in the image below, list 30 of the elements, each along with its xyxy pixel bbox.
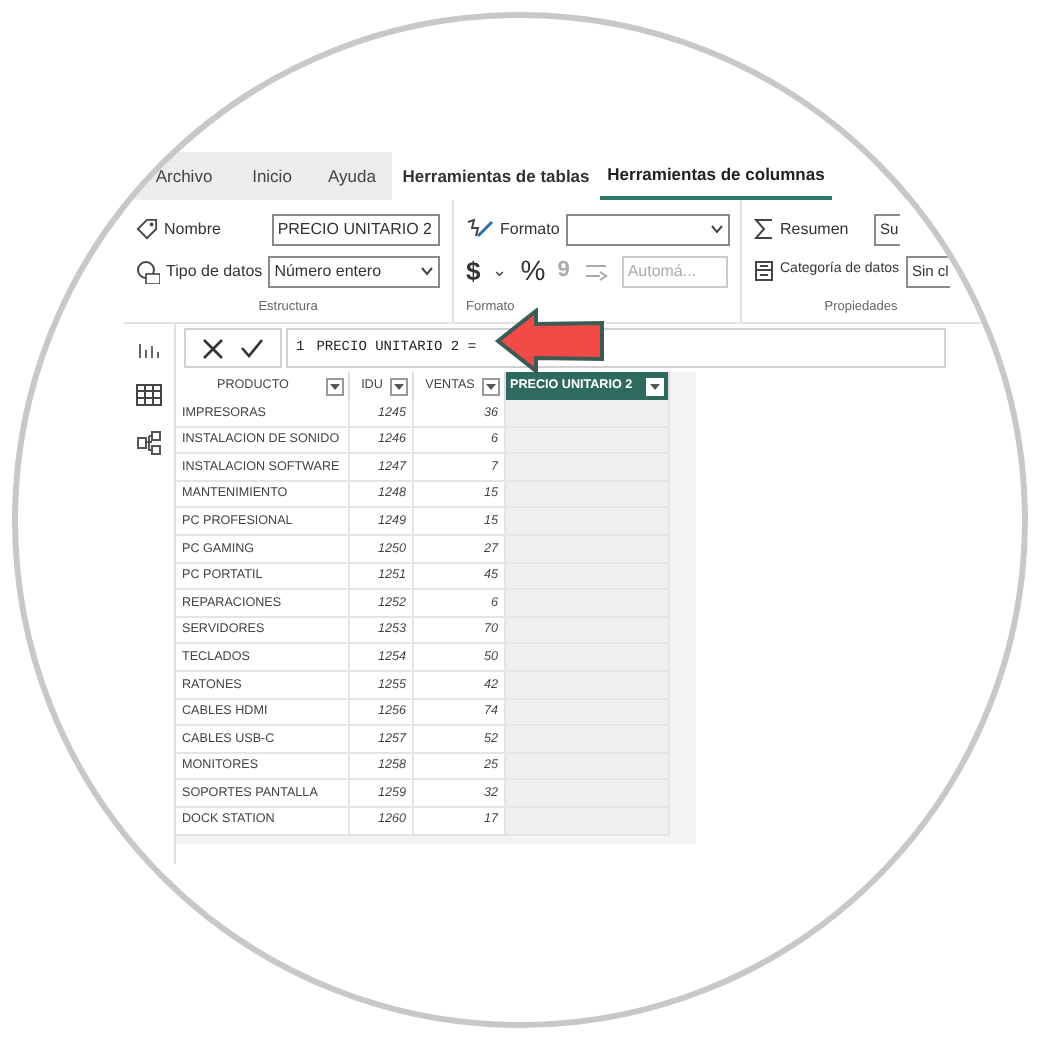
ribbon-tab[interactable]: Ayuda <box>312 152 392 200</box>
filter-dropdown-icon[interactable] <box>482 377 500 395</box>
decimal-icon <box>581 259 610 283</box>
category-icon <box>754 260 774 282</box>
format-icon <box>466 218 494 240</box>
currency-button[interactable]: $ <box>466 251 481 291</box>
chevron-down-icon <box>420 266 435 276</box>
arrow-icon <box>494 308 606 374</box>
filter-dropdown-icon[interactable] <box>326 377 344 395</box>
data-type-icon <box>136 259 160 283</box>
checkmark-icon[interactable] <box>240 338 264 358</box>
model-icon[interactable] <box>136 430 162 456</box>
data-type-dropdown[interactable]: Número entero <box>268 255 441 287</box>
percent-button[interactable]: % <box>520 250 546 292</box>
currency-dropdown[interactable]: ⌄ <box>492 257 509 285</box>
format-dropdown[interactable] <box>565 213 730 245</box>
field-label: Tipo de datos <box>166 259 263 283</box>
close-icon[interactable] <box>202 337 224 359</box>
table-icon[interactable] <box>136 384 162 406</box>
field-label: Formato <box>500 217 560 241</box>
field-label: Resumen <box>780 217 851 241</box>
ribbon-tab[interactable]: Inicio <box>232 152 312 200</box>
chevron-down-icon <box>709 224 724 234</box>
tag-icon <box>136 218 158 240</box>
sigma-icon <box>754 218 774 240</box>
filter-dropdown-icon[interactable] <box>390 377 408 395</box>
report-icon[interactable] <box>138 340 160 360</box>
field-label: Nombre <box>164 217 223 241</box>
ribbon-tab[interactable]: Archivo <box>136 152 232 200</box>
name-field[interactable]: PRECIO UNITARIO 2 <box>271 213 440 245</box>
